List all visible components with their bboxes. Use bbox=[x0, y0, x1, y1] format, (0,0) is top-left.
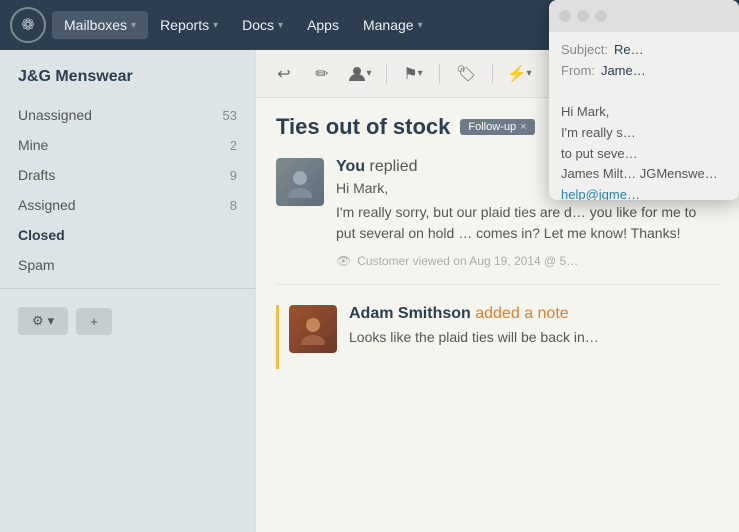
popup-para-3: James Milt… JGMenswe… bbox=[561, 164, 727, 185]
nav-docs-label: Docs bbox=[242, 17, 274, 33]
gear-icon: ⚙ bbox=[32, 313, 44, 329]
nav-manage[interactable]: Manage ▾ bbox=[351, 11, 435, 39]
popup-subject-row: Subject: Re… bbox=[561, 42, 727, 57]
sidebar: J&G Menswear Unassigned 53 Mine 2 Drafts… bbox=[0, 50, 255, 532]
nav-apps-label: Apps bbox=[307, 17, 339, 33]
popup-para-1: I'm really s… bbox=[561, 123, 727, 144]
sidebar-item-assigned[interactable]: Assigned 8 bbox=[0, 190, 255, 220]
popup-overlay: Subject: Re… From: Jame… Hi Mark, I'm re… bbox=[549, 0, 739, 200]
sidebar-item-drafts[interactable]: Drafts 9 bbox=[0, 160, 255, 190]
assign-btn[interactable]: ▾ bbox=[344, 58, 376, 90]
sidebar-item-closed-label: Closed bbox=[18, 227, 65, 243]
sidebar-item-unassigned[interactable]: Unassigned 53 bbox=[0, 100, 255, 130]
sidebar-item-mine[interactable]: Mine 2 bbox=[0, 130, 255, 160]
nav-docs[interactable]: Docs ▾ bbox=[230, 11, 295, 39]
popup-para-2: to put seve… bbox=[561, 144, 727, 165]
nav-manage-label: Manage bbox=[363, 17, 414, 33]
sidebar-item-drafts-label: Drafts bbox=[18, 167, 55, 183]
message-item-1: Adam Smithson added a note Looks like th… bbox=[276, 305, 719, 369]
sidebar-divider bbox=[0, 288, 255, 289]
avatar-you bbox=[276, 158, 324, 206]
sidebar-item-assigned-label: Assigned bbox=[18, 197, 76, 213]
toolbar-sep-2 bbox=[439, 64, 440, 84]
message-text-1: Looks like the plaid ties will be back i… bbox=[349, 327, 719, 348]
eye-icon: 👁 bbox=[336, 254, 351, 268]
popup-para-0: Hi Mark, bbox=[561, 102, 727, 123]
popup-subject-label: Subject: bbox=[561, 42, 608, 57]
message-sender-1: Adam Smithson bbox=[349, 305, 471, 322]
nav-reports[interactable]: Reports ▾ bbox=[148, 11, 230, 39]
sidebar-item-unassigned-label: Unassigned bbox=[18, 107, 92, 123]
message-meta-text-0: Customer viewed on Aug 19, 2014 @ 5… bbox=[357, 254, 578, 268]
company-name: J&G Menswear bbox=[0, 60, 255, 100]
message-text-0: I'm really sorry, but our plaid ties are… bbox=[336, 202, 719, 244]
plus-icon: + bbox=[90, 314, 98, 329]
popup-link[interactable]: help@jgme… bbox=[561, 185, 727, 200]
nav-docs-arrow: ▾ bbox=[278, 20, 283, 31]
message-meta-0: 👁 Customer viewed on Aug 19, 2014 @ 5… bbox=[336, 254, 719, 268]
popup-dot-3 bbox=[595, 10, 607, 22]
sidebar-item-assigned-count: 8 bbox=[230, 198, 237, 213]
message-action-0: replied bbox=[369, 158, 417, 175]
popup-from-value: Jame… bbox=[601, 63, 646, 78]
email-subject: Ties out of stock bbox=[276, 114, 450, 140]
flag-btn[interactable]: ⚑▾ bbox=[397, 58, 429, 90]
message-body-1: Adam Smithson added a note Looks like th… bbox=[349, 305, 719, 353]
popup-titlebar bbox=[549, 0, 739, 32]
sidebar-item-mine-count: 2 bbox=[230, 138, 237, 153]
add-button[interactable]: + bbox=[76, 308, 112, 335]
sidebar-item-unassigned-count: 53 bbox=[223, 108, 237, 123]
reply-btn[interactable]: ↩ bbox=[268, 58, 300, 90]
sidebar-item-closed[interactable]: Closed bbox=[0, 220, 255, 250]
toolbar-sep-3 bbox=[492, 64, 493, 84]
sidebar-item-drafts-count: 9 bbox=[230, 168, 237, 183]
nav-mailboxes[interactable]: Mailboxes ▾ bbox=[52, 11, 148, 39]
message-header-1: Adam Smithson added a note bbox=[349, 305, 719, 323]
action-btn[interactable]: ⚡▾ bbox=[503, 58, 535, 90]
gear-dropdown-arrow: ▾ bbox=[48, 313, 55, 329]
followup-badge-close[interactable]: × bbox=[520, 121, 526, 133]
nav-mailboxes-label: Mailboxes bbox=[64, 17, 127, 33]
popup-dot-1 bbox=[559, 10, 571, 22]
nav-mailboxes-arrow: ▾ bbox=[131, 20, 136, 31]
followup-badge: Follow-up × bbox=[460, 119, 534, 135]
edit-btn[interactable]: ✏ bbox=[306, 58, 338, 90]
tag-btn[interactable]: 🏷 bbox=[450, 58, 482, 90]
popup-from-row: From: Jame… bbox=[561, 63, 727, 78]
nav-apps[interactable]: Apps bbox=[295, 11, 351, 39]
popup-subject-value: Re… bbox=[614, 42, 644, 57]
popup-content: Hi Mark, I'm really s… to put seve… Jame… bbox=[549, 94, 739, 200]
avatar-adam bbox=[289, 305, 337, 353]
popup-body: Subject: Re… From: Jame… bbox=[549, 32, 739, 94]
popup-dot-2 bbox=[577, 10, 589, 22]
sidebar-item-spam[interactable]: Spam bbox=[0, 250, 255, 280]
message-action-1: added a note bbox=[475, 305, 568, 322]
sidebar-item-mine-label: Mine bbox=[18, 137, 48, 153]
message-sender-0: You bbox=[336, 158, 365, 175]
sidebar-actions: ⚙ ▾ + bbox=[0, 297, 255, 345]
popup-from-label: From: bbox=[561, 63, 595, 78]
followup-badge-label: Follow-up bbox=[468, 121, 516, 133]
toolbar-sep-1 bbox=[386, 64, 387, 84]
nav-reports-arrow: ▾ bbox=[213, 20, 218, 31]
gear-button[interactable]: ⚙ ▾ bbox=[18, 307, 68, 335]
sidebar-item-spam-label: Spam bbox=[18, 257, 55, 273]
nav-manage-arrow: ▾ bbox=[418, 20, 423, 31]
nav-logo: ❁ bbox=[10, 7, 46, 43]
nav-reports-label: Reports bbox=[160, 17, 209, 33]
